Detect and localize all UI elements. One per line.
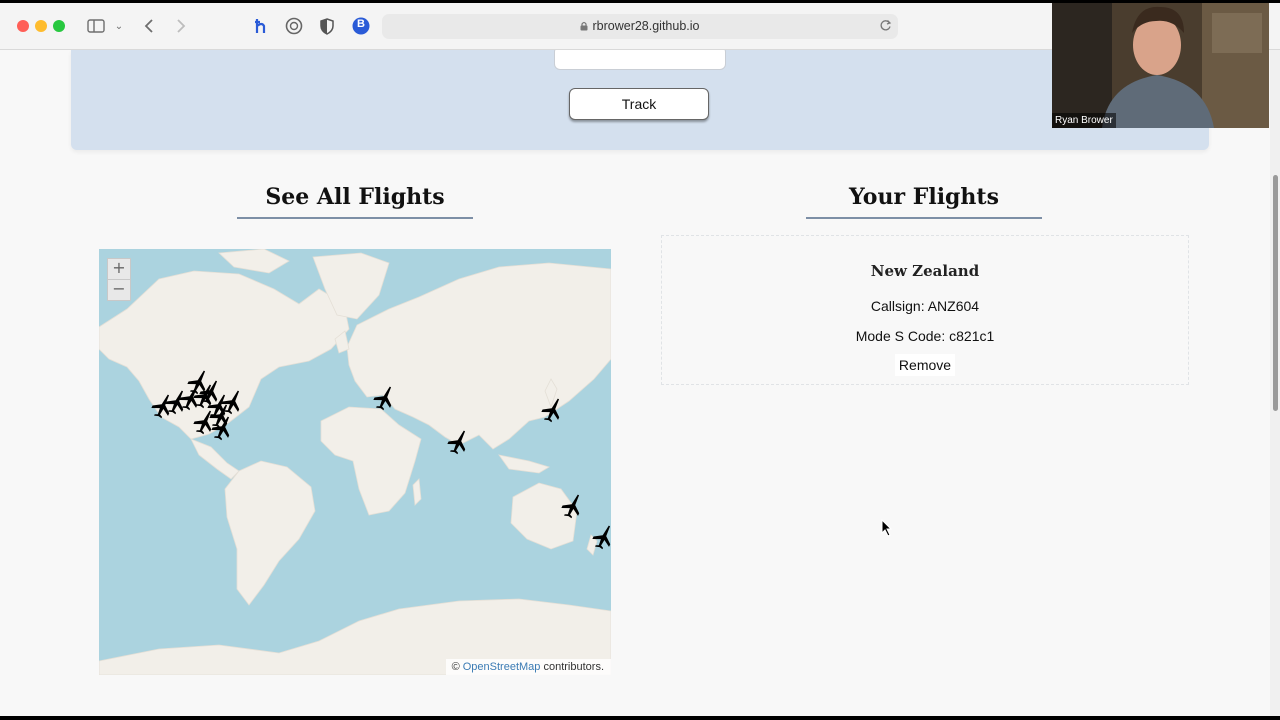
world-flight-map[interactable]: + − © OpenStreetMap contributors. bbox=[99, 249, 611, 675]
flight-mode-s-code: Mode S Code: c821c1 bbox=[855, 328, 995, 344]
section-divider bbox=[806, 217, 1042, 219]
track-button[interactable]: Track bbox=[569, 88, 709, 120]
zoom-window-button[interactable] bbox=[53, 20, 65, 32]
minimize-window-button[interactable] bbox=[35, 20, 47, 32]
copyright-symbol: © bbox=[451, 661, 460, 673]
webcam-overlay: Ryan Brower bbox=[1052, 3, 1269, 128]
extension-globe-icon[interactable] bbox=[284, 15, 304, 37]
webcam-name-label: Ryan Brower bbox=[1052, 113, 1116, 128]
sidebar-icon[interactable] bbox=[86, 15, 106, 37]
webcam-video bbox=[1052, 3, 1269, 128]
map-zoom-out-button[interactable]: − bbox=[107, 279, 131, 301]
mouse-cursor-icon bbox=[881, 518, 893, 542]
close-window-button[interactable] bbox=[17, 20, 29, 32]
extension-h-icon[interactable] bbox=[252, 15, 272, 37]
address-bar[interactable]: rbrower28.github.io bbox=[382, 14, 898, 39]
section-divider bbox=[237, 217, 473, 219]
shield-icon[interactable] bbox=[318, 15, 336, 37]
flight-country: New Zealand bbox=[870, 262, 980, 280]
browser-window: ⌄ B rbrower28.github.io Track See All Fl… bbox=[0, 3, 1280, 716]
forward-arrow-icon[interactable] bbox=[172, 15, 190, 37]
flight-search-input[interactable] bbox=[554, 50, 726, 70]
search-panel: Track bbox=[71, 50, 1209, 150]
see-all-flights-title: See All Flights bbox=[265, 184, 445, 210]
remove-flight-button[interactable]: Remove bbox=[895, 354, 955, 376]
flight-card: New Zealand Callsign: ANZ604 Mode S Code… bbox=[661, 235, 1189, 385]
scrollbar-thumb[interactable] bbox=[1273, 175, 1278, 411]
your-flights-title: Your Flights bbox=[849, 184, 999, 210]
map-tiles bbox=[99, 249, 611, 675]
url-text: rbrower28.github.io bbox=[592, 19, 700, 33]
page-scrollbar[interactable] bbox=[1270, 50, 1280, 716]
map-zoom-in-button[interactable]: + bbox=[107, 258, 131, 280]
lock-icon bbox=[580, 20, 588, 34]
flight-callsign: Callsign: ANZ604 bbox=[870, 298, 980, 314]
chevron-down-icon[interactable]: ⌄ bbox=[112, 15, 126, 37]
attribution-suffix: contributors. bbox=[543, 661, 604, 673]
back-arrow-icon[interactable] bbox=[140, 15, 158, 37]
extension-b-label: B bbox=[357, 18, 365, 30]
reload-icon[interactable] bbox=[879, 19, 892, 37]
extension-b-icon[interactable]: B bbox=[352, 15, 370, 37]
map-attribution: © OpenStreetMap contributors. bbox=[445, 659, 611, 675]
openstreetmap-link[interactable]: OpenStreetMap bbox=[463, 661, 541, 673]
web-page: Track See All Flights Your Flights + − ©… bbox=[0, 50, 1270, 716]
